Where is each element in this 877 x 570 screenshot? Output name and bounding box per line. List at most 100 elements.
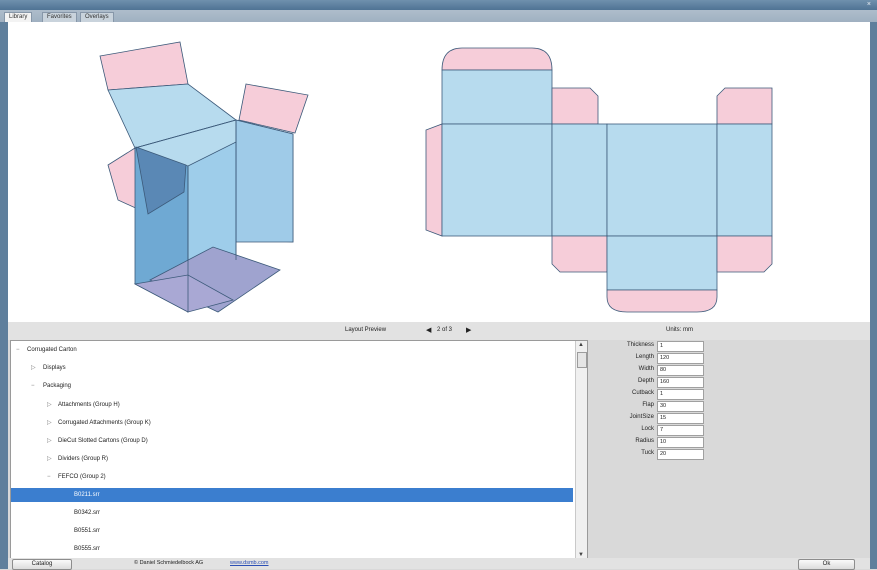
param-label: Width xyxy=(638,366,654,372)
param-thickness: Thickness 1 xyxy=(604,341,704,352)
param-label: Depth xyxy=(637,378,654,384)
tree-item-packaging[interactable]: − Packaging xyxy=(11,379,573,393)
expand-icon[interactable]: ▷ xyxy=(47,452,52,466)
param-label: JointSize xyxy=(629,414,654,420)
param-label: Cutback xyxy=(631,390,654,396)
param-jointsize: JointSize 15 xyxy=(604,413,704,424)
flat-side-panel-right xyxy=(716,123,773,237)
catalog-button[interactable]: Catalog xyxy=(12,559,72,570)
collapse-icon[interactable]: − xyxy=(47,470,51,484)
tree-item-label: B0555.srr xyxy=(74,546,101,552)
flat-dust-flap-top-left xyxy=(551,87,599,125)
flat-top-tuck-flap xyxy=(441,47,553,71)
catalog-tree[interactable]: − Corrugated Carton ▷ Displays − Packagi… xyxy=(10,340,588,560)
flat-side-panel-left xyxy=(551,123,608,237)
tree-item-b0342[interactable]: B0342.srr xyxy=(11,506,573,520)
layout-preview-label: Layout Preview xyxy=(345,327,387,333)
tab-overlays[interactable]: Overlays xyxy=(80,12,114,22)
tree-item-b0211[interactable]: B0211.srr xyxy=(11,488,573,502)
depth-field[interactable]: 160 xyxy=(657,377,704,388)
cutback-field[interactable]: 1 xyxy=(657,389,704,400)
param-width: Width 80 xyxy=(604,365,704,376)
tree-item-corrugated-attachments[interactable]: ▷ Corrugated Attachments (Group K) xyxy=(11,416,573,430)
tree-item-label: Displays xyxy=(43,365,66,371)
flap-field[interactable]: 30 xyxy=(657,401,704,412)
footer-bar: Catalog © Daniel Schmiedelbock AG www.ds… xyxy=(8,558,870,570)
flat-dust-flap-bottom-right xyxy=(716,235,773,273)
param-label: Lock xyxy=(641,426,654,432)
layout-preview-canvas xyxy=(8,22,870,322)
tree-item-b0551[interactable]: B0551.srr xyxy=(11,524,573,538)
tree-item-label: Dividers (Group R) xyxy=(58,456,109,462)
flat-back-panel xyxy=(606,123,718,237)
tree-item-label: FEFCO (Group 2) xyxy=(58,474,106,480)
param-depth: Depth 160 xyxy=(604,377,704,388)
window-frame-right xyxy=(870,22,877,569)
param-flap: Flap 30 xyxy=(604,401,704,412)
box-right-side-panel xyxy=(235,119,294,243)
tab-library[interactable]: Library xyxy=(4,12,33,22)
scrollbar-thumb[interactable] xyxy=(577,352,587,368)
param-length: Length 120 xyxy=(604,353,704,364)
box-3d-view xyxy=(99,41,309,314)
previous-page-icon[interactable]: ◀ xyxy=(426,326,431,334)
tree-item-label: Packaging xyxy=(43,383,72,389)
carton-preview-drawing xyxy=(99,41,773,314)
tree-item-label: B0211.srr xyxy=(74,492,100,498)
title-bar: × xyxy=(0,0,877,10)
tree-item-attachments[interactable]: ▷ Attachments (Group H) xyxy=(11,398,573,412)
tree-item-label: Attachments (Group H) xyxy=(58,402,120,408)
flat-left-glue-flap xyxy=(425,123,443,237)
collapse-icon[interactable]: − xyxy=(31,379,35,393)
tree-scrollbar[interactable]: ▲ ▼ xyxy=(575,341,587,559)
tree-item-displays[interactable]: ▷ Displays xyxy=(11,361,573,375)
param-tuck: Tuck 20 xyxy=(604,449,704,460)
flat-dust-flap-top-right xyxy=(716,87,773,125)
close-icon[interactable]: × xyxy=(867,0,871,10)
lock-field[interactable]: 7 xyxy=(657,425,704,436)
tree-item-label: B0342.srr xyxy=(74,510,101,516)
flat-front-panel xyxy=(441,123,553,237)
param-label: Radius xyxy=(635,438,654,444)
units-label: Units: mm xyxy=(666,327,693,333)
length-field[interactable]: 120 xyxy=(657,353,704,364)
website-link[interactable]: www.dsmb.com xyxy=(230,560,269,566)
param-label: Length xyxy=(635,354,654,360)
tab-favorites[interactable]: Favorites xyxy=(42,12,77,22)
radius-field[interactable]: 10 xyxy=(657,437,704,448)
param-radius: Radius 10 xyxy=(604,437,704,448)
flat-dust-flap-bottom-left xyxy=(551,235,608,273)
ok-button[interactable]: Ok xyxy=(798,559,855,570)
next-page-icon[interactable]: ▶ xyxy=(466,326,471,334)
expand-icon[interactable]: ▷ xyxy=(47,398,52,412)
jointsize-field[interactable]: 15 xyxy=(657,413,704,424)
thickness-field[interactable]: 1 xyxy=(657,341,704,352)
flat-bottom-panel xyxy=(606,235,718,291)
param-lock: Lock 7 xyxy=(604,425,704,436)
expand-icon[interactable]: ▷ xyxy=(31,361,36,375)
tree-item-corrugated-carton[interactable]: − Corrugated Carton xyxy=(11,343,573,357)
tree-item-label: B0551.srr xyxy=(74,528,101,534)
expand-icon[interactable]: ▷ xyxy=(47,416,52,430)
copyright-text: © Daniel Schmiedelbock AG xyxy=(134,560,204,566)
collapse-icon[interactable]: − xyxy=(16,343,20,357)
tree-item-b0555[interactable]: B0555.srr xyxy=(11,542,573,556)
width-field[interactable]: 80 xyxy=(657,365,704,376)
tree-item-label: DieCut Slotted Cartons (Group D) xyxy=(58,438,148,444)
flat-lid-panel xyxy=(441,69,553,125)
tree-item-label: Corrugated Carton xyxy=(27,347,77,353)
tree-item-label: Corrugated Attachments (Group K) xyxy=(58,420,151,426)
parameters-panel: Thickness 1 Length 120 Width 80 Depth 16… xyxy=(604,338,704,478)
scroll-up-icon[interactable]: ▲ xyxy=(578,342,584,348)
tree-item-fefco[interactable]: − FEFCO (Group 2) xyxy=(11,470,573,484)
tree-item-diecut-slotted-cartons[interactable]: ▷ DieCut Slotted Cartons (Group D) xyxy=(11,434,573,448)
window-frame-left xyxy=(0,22,8,569)
param-label: Thickness xyxy=(626,342,654,348)
layout-preview-bar: Layout Preview ◀ 2 of 3 ▶ Units: mm xyxy=(8,322,870,340)
param-label: Tuck xyxy=(641,450,654,456)
expand-icon[interactable]: ▷ xyxy=(47,434,52,448)
tuck-field[interactable]: 20 xyxy=(657,449,704,460)
box-flat-view xyxy=(425,47,773,313)
tree-item-dividers[interactable]: ▷ Dividers (Group R) xyxy=(11,452,573,466)
page-indicator: 2 of 3 xyxy=(437,327,453,333)
